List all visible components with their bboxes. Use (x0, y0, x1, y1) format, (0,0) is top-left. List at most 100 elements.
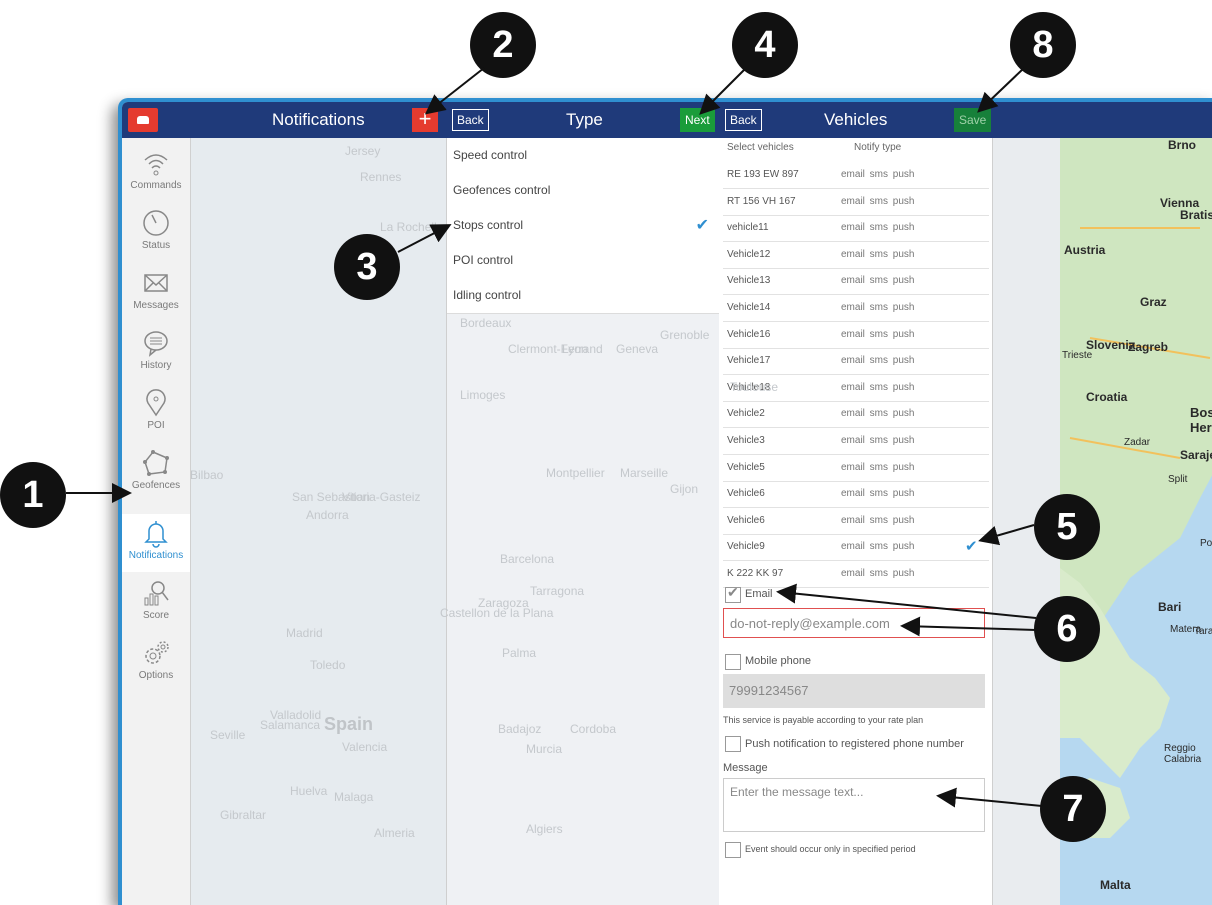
sidebar-item-label: Messages (133, 300, 179, 311)
email-checkbox[interactable]: ✔ (725, 584, 741, 603)
map-label: Salamanca (260, 718, 321, 732)
map-label: Cordoba (570, 722, 617, 736)
notify-types[interactable]: email sms push (841, 561, 914, 587)
type-panel: Speed control Geofences control Stops co… (446, 138, 720, 905)
sidebar-item-geofences[interactable]: Geofences (122, 444, 190, 502)
map-label: Bosnia and Herzegovina (1190, 405, 1212, 435)
vehicle-row[interactable]: Vehicle3 email sms push (723, 428, 989, 455)
map-label: Toulouse (730, 380, 779, 394)
sidebar-item-label: Commands (130, 180, 182, 191)
notifications-title: Notifications (272, 110, 365, 129)
notify-types[interactable]: email sms push (841, 268, 914, 294)
notify-types[interactable]: email sms push (841, 455, 914, 481)
vehicle-name: Vehicle6 (727, 514, 765, 526)
vehicle-row[interactable]: Vehicle2 email sms push (723, 401, 989, 429)
vehicle-row[interactable]: K 222 KK 97 email sms push (723, 561, 989, 588)
vehicle-name: RT 156 VH 167 (727, 195, 796, 207)
sidebar-item-score[interactable]: Score (122, 574, 190, 632)
map-label: Murcia (526, 742, 563, 756)
polygon-icon (143, 450, 169, 476)
callout-3: 3 (334, 234, 400, 300)
phone-field[interactable]: 79991234567 (723, 674, 985, 708)
map-label: Malta (1100, 878, 1131, 892)
sidebar-item-history[interactable]: History (122, 324, 190, 382)
notify-types[interactable]: email sms push (841, 401, 914, 427)
type-item-speed[interactable]: Speed control (447, 138, 719, 174)
envelope-icon (144, 274, 168, 292)
notify-types[interactable]: email sms push (841, 189, 914, 215)
type-item-stops[interactable]: Stops control ✔ (447, 208, 719, 244)
select-vehicles-header: Select vehicles (727, 142, 794, 153)
vehicle-name: RE 193 EW 897 (727, 169, 799, 180)
mobile-phone-checkbox[interactable] (725, 654, 741, 670)
vehicle-name: Vehicle3 (727, 435, 765, 446)
map-label: Algiers (526, 822, 563, 836)
notify-types[interactable]: email sms push (841, 322, 914, 348)
sidebar-item-poi[interactable]: POI (122, 384, 190, 442)
vehicles-back-button[interactable]: Back (725, 109, 762, 131)
type-item-label: Geofences control (453, 183, 551, 197)
sidebar-item-options[interactable]: Options (122, 634, 190, 692)
type-item-geofences[interactable]: Geofences control (447, 173, 719, 209)
map-label: Spain (324, 714, 374, 734)
top-bar: Notifications + Back Type Next Back Vehi… (122, 102, 1212, 138)
notify-types[interactable]: email sms push (841, 481, 914, 507)
service-note: This service is payable according to you… (723, 715, 924, 725)
type-item-label: Stops control (453, 218, 524, 232)
vehicle-row[interactable]: Vehicle6 email sms push (723, 481, 989, 509)
notify-types[interactable]: email sms push (841, 375, 914, 401)
pin-icon (146, 389, 166, 417)
period-checkbox[interactable] (725, 842, 741, 858)
push-checkbox[interactable] (725, 736, 741, 752)
vehicle-row[interactable]: RE 193 EW 897 email sms push (723, 162, 989, 189)
message-textarea[interactable]: Enter the message text... (723, 778, 985, 832)
notify-types[interactable]: email sms push (841, 215, 914, 241)
map-label: Marseille (620, 466, 669, 480)
notify-types[interactable]: email sms push (841, 508, 914, 534)
sidebar-item-label: Score (142, 610, 170, 621)
sidebar-item-notifications[interactable]: Notifications (122, 514, 190, 572)
notify-type-header: Notify type (854, 142, 902, 153)
vehicle-row[interactable]: vehicle11 email sms push (723, 215, 989, 243)
next-button[interactable]: Next (680, 108, 715, 132)
notify-types[interactable]: email sms push (841, 428, 914, 454)
callout-1: 1 (0, 462, 66, 528)
vehicle-name: Vehicle6 (727, 488, 765, 500)
vehicle-row[interactable]: Vehicle13 email sms push (723, 268, 989, 296)
sidebar-item-commands[interactable]: Commands (122, 144, 190, 202)
map-label: Reggio Calabria (1164, 743, 1202, 765)
type-item-poi[interactable]: POI control (447, 243, 719, 279)
vehicle-row[interactable]: Vehicle17 email sms push (723, 348, 989, 376)
type-item-label: Speed control (453, 148, 528, 162)
gears-icon (145, 641, 169, 664)
map-label: Jersey (345, 144, 381, 158)
save-button[interactable]: Save (954, 108, 992, 132)
notify-types[interactable]: email sms push (841, 295, 914, 321)
vehicle-row[interactable]: Vehicle12 email sms push (723, 242, 989, 269)
vehicle-row[interactable]: Vehicle9 email sms push ✔ (723, 534, 989, 562)
sidebar-item-label: Geofences (131, 480, 181, 491)
notify-types[interactable]: email sms push (841, 162, 914, 188)
map-label: Palma (502, 646, 537, 660)
email-field[interactable]: do-not-reply@example.com (723, 608, 985, 638)
notify-types[interactable]: email sms push (841, 534, 914, 560)
map-label: Bari (1158, 600, 1182, 614)
type-title: Type (566, 110, 603, 129)
car-icon[interactable] (128, 108, 158, 132)
vehicle-row[interactable]: Vehicle14 email sms push (723, 295, 989, 322)
add-notification-button[interactable]: + (412, 108, 438, 132)
type-item-idling[interactable]: Idling control (447, 278, 719, 314)
map-label: Brno (1168, 138, 1196, 152)
sidebar-item-status[interactable]: Status (122, 204, 190, 262)
vehicles-title: Vehicles (824, 110, 888, 129)
type-back-button[interactable]: Back (452, 109, 489, 131)
map-label: Croatia (1086, 390, 1128, 404)
vehicle-row[interactable]: Vehicle16 email sms push (723, 322, 989, 349)
vehicle-row[interactable]: Vehicle6 email sms push (723, 508, 989, 535)
notify-types[interactable]: email sms push (841, 348, 914, 374)
vehicle-row[interactable]: Vehicle5 email sms push (723, 455, 989, 482)
sidebar-item-messages[interactable]: Messages (122, 264, 190, 322)
vehicle-row[interactable]: RT 156 VH 167 email sms push (723, 189, 989, 216)
notify-types[interactable]: email sms push (841, 242, 914, 268)
vehicles-panel: Select vehicles Notify type RE 193 EW 89… (719, 138, 993, 905)
